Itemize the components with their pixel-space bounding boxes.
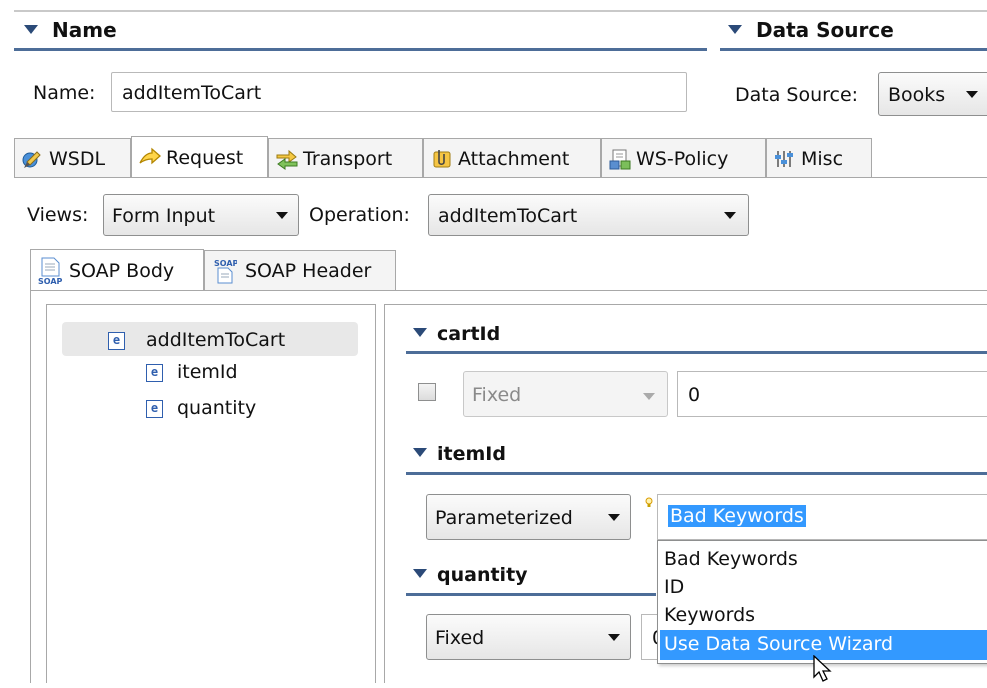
subtab-soap-header[interactable]: SOAP SOAP Header <box>204 250 396 290</box>
window-top-border <box>14 10 987 12</box>
dropdown-option[interactable]: ID <box>664 573 684 601</box>
datasource-section-header[interactable]: Data Source <box>728 18 894 42</box>
views-label: Views: <box>27 204 89 226</box>
tab-wsdl-label: WSDL <box>49 147 106 170</box>
operation-combo[interactable]: addItemToCart <box>428 194 749 236</box>
views-combo[interactable]: Form Input <box>103 194 299 236</box>
request-arrow-icon <box>138 147 161 169</box>
cartid-mode-value: Fixed <box>472 384 522 406</box>
tab-misc[interactable]: Misc <box>766 138 872 178</box>
tree-root-label: addItemToCart <box>146 329 286 351</box>
content-assist-bulb-icon <box>645 492 653 507</box>
datasource-section-title: Data Source <box>756 18 894 42</box>
quantity-divider <box>406 593 656 596</box>
cartid-mode-combo[interactable]: Fixed <box>463 371 668 417</box>
mouse-cursor-icon <box>812 654 834 683</box>
quantity-mode-value: Fixed <box>435 627 485 649</box>
itemid-value-selected: Bad Keywords <box>668 505 806 527</box>
name-section-title: Name <box>52 18 117 42</box>
itemid-section-header[interactable]: itemId <box>413 443 506 465</box>
tree-child-label: quantity <box>177 397 257 419</box>
itemid-mode-combo[interactable]: Parameterized <box>426 494 631 540</box>
tab-bar-baseline <box>14 177 987 178</box>
cartid-title: cartId <box>437 323 501 345</box>
quantity-section-header[interactable]: quantity <box>413 564 528 586</box>
svg-text:SOAP: SOAP <box>214 259 237 268</box>
itemid-mode-value: Parameterized <box>435 507 573 529</box>
tab-misc-label: Misc <box>801 147 844 170</box>
quantity-mode-combo[interactable]: Fixed <box>426 614 631 660</box>
tree-row-child[interactable]: e quantity <box>146 397 256 425</box>
tab-attachment[interactable]: Attachment <box>423 138 601 178</box>
cartid-divider <box>406 351 987 354</box>
tab-transport-label: Transport <box>303 147 393 170</box>
tab-wsdl[interactable]: WSDL <box>14 138 131 178</box>
chevron-down-icon <box>608 634 620 641</box>
name-field[interactable]: addItemToCart <box>111 72 687 112</box>
datasource-section-divider <box>720 48 987 51</box>
views-value: Form Input <box>112 205 216 227</box>
collapse-triangle-icon <box>728 25 742 34</box>
soap-body-icon: SOAP <box>37 257 63 286</box>
collapse-triangle-icon <box>413 448 427 457</box>
subtab-soap-header-label: SOAP Header <box>245 259 372 282</box>
name-label: Name: <box>33 82 96 104</box>
itemid-value-field[interactable]: Bad Keywords <box>657 494 987 540</box>
tab-ws-policy[interactable]: WS-Policy <box>601 138 766 178</box>
name-field-value: addItemToCart <box>122 82 262 104</box>
operation-label: Operation: <box>309 204 410 226</box>
tab-transport[interactable]: Transport <box>268 138 423 178</box>
datasource-value: Books <box>888 84 946 106</box>
cartid-section-header[interactable]: cartId <box>413 323 500 345</box>
cartid-checkbox[interactable] <box>418 383 436 401</box>
transport-icon <box>275 148 298 170</box>
datasource-column-dropdown[interactable]: Bad Keywords ID Keywords Use Data Source… <box>657 540 987 664</box>
tab-request[interactable]: Request <box>131 136 268 178</box>
element-icon: e <box>146 399 163 418</box>
tab-request-label: Request <box>166 146 244 169</box>
tree-row-child[interactable]: e itemId <box>146 361 238 389</box>
ws-policy-icon <box>608 148 631 170</box>
datasource-label: Data Source: <box>735 84 859 106</box>
collapse-triangle-icon <box>24 25 38 34</box>
tab-ws-policy-label: WS-Policy <box>636 147 729 170</box>
name-section-header[interactable]: Name <box>24 18 117 42</box>
svg-text:SOAP: SOAP <box>38 277 63 285</box>
itemid-title: itemId <box>437 443 506 465</box>
element-icon: e <box>146 363 163 382</box>
name-section-divider <box>14 48 707 51</box>
soap-header-icon: SOAP <box>213 257 239 285</box>
quantity-title: quantity <box>437 564 528 586</box>
attachment-icon <box>430 148 452 170</box>
collapse-triangle-icon <box>413 328 427 337</box>
operation-value: addItemToCart <box>438 205 578 227</box>
subtab-soap-body[interactable]: SOAP SOAP Body <box>30 249 204 291</box>
chevron-down-icon <box>276 212 288 219</box>
tab-attachment-label: Attachment <box>458 147 570 170</box>
subtab-bar-baseline <box>30 290 987 291</box>
dropdown-option-highlighted-label: Use Data Source Wizard <box>664 633 894 655</box>
chevron-down-icon <box>966 91 978 98</box>
tree-child-label: itemId <box>177 361 238 383</box>
cartid-value: 0 <box>688 384 701 406</box>
misc-icon <box>773 148 795 170</box>
subtab-soap-body-label: SOAP Body <box>69 259 175 282</box>
itemid-divider <box>406 472 987 475</box>
chevron-down-icon <box>608 514 620 521</box>
datasource-combo[interactable]: Books <box>878 72 987 116</box>
element-icon: e <box>108 331 125 350</box>
dropdown-option[interactable]: Keywords <box>664 601 755 629</box>
chevron-down-icon <box>643 393 655 400</box>
collapse-triangle-icon <box>413 569 427 578</box>
subtab-panel-left-border <box>30 290 31 683</box>
cartid-value-field[interactable]: 0 <box>677 371 987 417</box>
dropdown-option[interactable]: Bad Keywords <box>664 545 798 573</box>
tree-row-root[interactable]: e addItemToCart <box>62 322 358 356</box>
wsdl-icon <box>21 148 43 170</box>
chevron-down-icon <box>724 212 736 219</box>
